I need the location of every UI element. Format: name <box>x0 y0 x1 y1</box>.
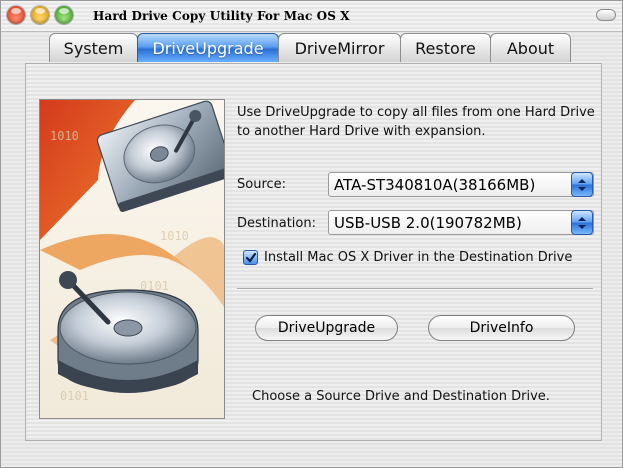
driveinfo-button[interactable]: DriveInfo <box>428 315 575 341</box>
app-window: Hard Drive Copy Utility For Mac OS X Sys… <box>0 0 623 468</box>
svg-text:1010: 1010 <box>50 129 79 143</box>
driveupgrade-button[interactable]: DriveUpgrade <box>255 315 398 341</box>
destination-value: USB-USB 2.0(190782MB) <box>334 213 522 232</box>
divider <box>237 288 593 290</box>
description-text: Use DriveUpgrade to copy all files from … <box>237 105 595 139</box>
tab-restore[interactable]: Restore <box>400 33 491 62</box>
checkmark-icon <box>245 252 256 263</box>
zoom-icon[interactable] <box>55 6 73 24</box>
title-bar: Hard Drive Copy Utility For Mac OS X <box>1 1 622 32</box>
close-icon[interactable] <box>7 6 25 24</box>
tab-driveupgrade[interactable]: DriveUpgrade <box>137 33 279 62</box>
tab-system[interactable]: System <box>49 33 138 62</box>
install-driver-checkbox[interactable] <box>243 250 258 265</box>
source-value: ATA-ST340810A(38166MB) <box>334 175 536 194</box>
destination-label: Destination: <box>237 216 316 231</box>
svg-text:1010: 1010 <box>160 229 189 243</box>
destination-popup[interactable]: USB-USB 2.0(190782MB) <box>328 210 594 235</box>
tab-drivemirror[interactable]: DriveMirror <box>278 33 401 62</box>
chevron-updown-icon[interactable] <box>571 172 593 197</box>
source-popup[interactable]: ATA-ST340810A(38166MB) <box>328 172 594 197</box>
tab-bar: System DriveUpgrade DriveMirror Restore … <box>49 33 571 64</box>
tab-about[interactable]: About <box>490 33 571 62</box>
chevron-updown-icon[interactable] <box>571 210 593 235</box>
minimize-icon[interactable] <box>31 6 49 24</box>
status-text: Choose a Source Drive and Destination Dr… <box>252 389 550 404</box>
source-label: Source: <box>237 177 287 192</box>
window-title: Hard Drive Copy Utility For Mac OS X <box>93 9 350 23</box>
toolbar-toggle-button[interactable] <box>596 9 616 21</box>
hard-drive-illustration-icon: 1010 1010 0101 1010 0101 <box>39 99 225 419</box>
svg-text:0101: 0101 <box>60 389 89 403</box>
install-driver-label[interactable]: Install Mac OS X Driver in the Destinati… <box>264 250 572 265</box>
